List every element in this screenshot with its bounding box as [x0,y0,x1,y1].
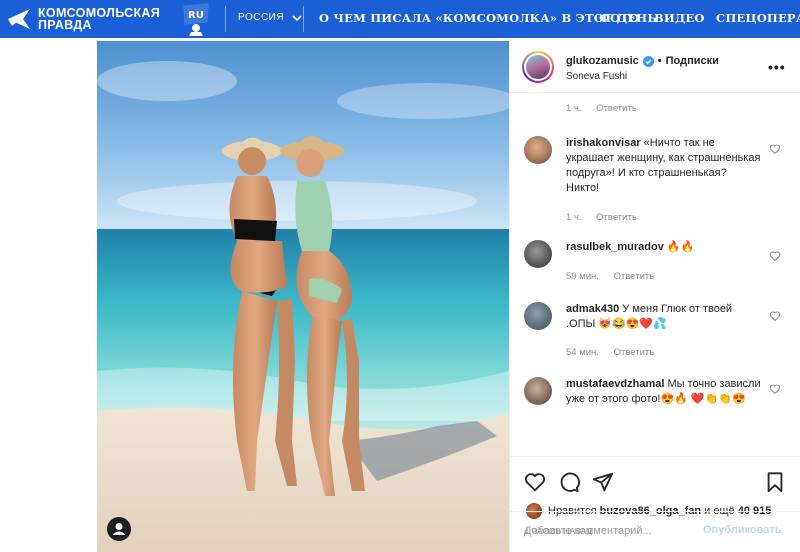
comment-meta: 59 мин. Ответить [566,271,654,282]
kp-arrow-logo-icon [8,9,30,29]
comment-username[interactable]: mustafaevdzhamal [566,378,664,390]
comment-time: 1 ч. [566,103,582,114]
commenter-avatar[interactable] [524,136,552,164]
author-username[interactable]: glukozamusic [566,55,639,67]
comment-meta: 1 ч. Ответить [566,212,637,223]
comment-text: irishakonvisar «Ничто так не украшает же… [566,136,761,196]
verified-badge-icon [642,55,654,67]
like-heart-icon[interactable] [524,471,546,493]
region-label: РОССИЯ [238,12,285,23]
tagged-users-icon[interactable] [107,517,131,541]
add-comment-input[interactable] [524,522,694,540]
like-comment-heart-icon[interactable] [769,250,781,262]
comment-bubble-icon[interactable] [558,471,580,493]
chevron-down-icon [292,14,302,21]
comment-meta: 54 мин. Ответить [566,347,654,358]
header-divider [225,6,226,32]
comments-list[interactable]: 1 ч. Ответить irishakonvisar «Ничто так … [510,94,800,456]
like-comment-heart-icon[interactable] [769,310,781,322]
follow-button[interactable]: Подписки [666,55,719,67]
post-location[interactable]: Soneva Fushi [566,71,627,82]
post-photo[interactable] [97,41,509,552]
like-comment-heart-icon[interactable] [769,143,781,155]
site-logo[interactable]: КОМСОМОЛЬСКАЯ ПРАВДА [6,3,176,35]
share-send-icon[interactable] [592,471,614,493]
nav-item-photo[interactable]: ФОТО [599,11,639,25]
ru-site-badge-icon[interactable]: RU [180,2,212,36]
site-header: КОМСОМОЛЬСКАЯ ПРАВДА RU РОССИЯ О ЧЕМ ПИС… [0,0,800,38]
save-bookmark-icon[interactable] [764,471,786,493]
publish-button[interactable]: Опубликовать [703,524,782,536]
ru-badge-text: RU [188,10,204,21]
add-comment-bar: Опубликовать [510,511,800,552]
comment-username[interactable]: irishakonvisar [566,137,641,149]
logo-text: КОМСОМОЛЬСКАЯ ПРАВДА [38,7,160,32]
comment-username[interactable]: admak430 [566,303,619,315]
reply-link[interactable]: Ответить [614,347,655,358]
comment-time: 1 ч. [566,212,582,223]
author-avatar[interactable] [522,51,554,83]
comment-text: rasulbek_muradov 🔥🔥 [566,240,761,255]
logo-line-2: ПРАВДА [38,18,92,32]
comment-time: 59 мин. [566,271,599,282]
commenter-avatar[interactable] [524,240,552,268]
beach-photo-image [97,41,509,552]
reply-link[interactable]: Ответить [596,103,637,114]
nav-item-special[interactable]: СПЕЦОПЕРАЦИЯ [716,11,800,25]
author-line: glukozamusic • Подписки [566,55,719,67]
reply-link[interactable]: Ответить [596,212,637,223]
comment-text: admak430 У меня Глюк от твоей .ОПЫ 😻😂😍❤️… [566,302,761,332]
post-panel: glukozamusic • Подписки Soneva Fushi •••… [509,41,800,552]
post-header: glukozamusic • Подписки Soneva Fushi ••• [510,41,800,93]
comment-body: 🔥🔥 [666,241,695,253]
comment-time: 54 мин. [566,347,599,358]
reply-link[interactable]: Ответить [614,271,655,282]
more-options-icon[interactable]: ••• [768,59,786,75]
region-selector[interactable]: РОССИЯ [238,12,302,23]
comment-meta: 1 ч. Ответить [566,103,637,114]
comment-username[interactable]: rasulbek_muradov [566,241,664,253]
nav-item-video[interactable]: ВИДЕО [654,11,705,25]
header-divider [303,6,304,32]
comment-text: mustafaevdzhamal Мы точно зависли уже от… [566,377,761,407]
commenter-avatar[interactable] [524,377,552,405]
commenter-avatar[interactable] [524,302,552,330]
follow-separator: • [657,55,662,67]
like-comment-heart-icon[interactable] [769,383,781,395]
